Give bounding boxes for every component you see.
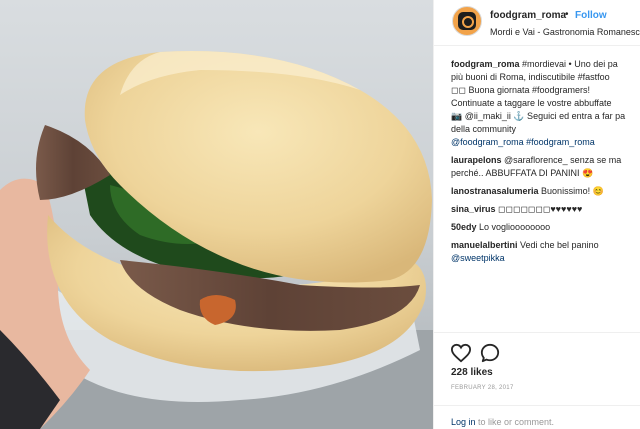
post-actions: 228 likes FEBRUARY 28, 2017 Log in to li…: [434, 332, 640, 429]
comment-mention[interactable]: @sweetpikka: [451, 252, 640, 265]
post-date: FEBRUARY 28, 2017: [451, 385, 514, 391]
instagram-camera-icon: [458, 12, 476, 30]
caption-text: 📷 @ii_maki_ii ⚓ Seguici ed entra a far p…: [451, 111, 626, 121]
comment-bubble-icon[interactable]: [480, 343, 500, 363]
comment-item: manuelalbertini Vedi che bel panino @swe…: [451, 239, 640, 265]
comment-text: perché.. ABBUFFATA DI PANINI 😍: [451, 168, 594, 178]
comment-item: sina_virus ◻◻◻◻◻◻◻♥♥♥♥♥♥: [451, 203, 640, 216]
comment-username[interactable]: lanostranasalumeria: [451, 186, 539, 196]
comment-username[interactable]: 50edy: [451, 222, 477, 232]
comment-text: ◻◻◻◻◻◻◻♥♥♥♥♥♥: [495, 204, 583, 214]
caption-text: della community: [451, 124, 517, 134]
caption-text: #mordievai • Uno dei pa: [519, 59, 618, 69]
comment-text: Buonissimo! 😊: [538, 186, 604, 196]
comment-username[interactable]: manuelalbertini: [451, 240, 518, 250]
username-link[interactable]: foodgram_roma: [490, 10, 566, 21]
login-prompt: to like or comment.: [475, 417, 555, 427]
comment-item: lanostranasalumeria Buonissimo! 😊: [451, 185, 640, 198]
comments-list: foodgram_roma #mordievai • Uno dei pa pi…: [451, 58, 640, 265]
separator-dot: •: [565, 9, 569, 20]
post-sidebar: foodgram_roma • Follow Mordi e Vai - Gas…: [433, 0, 640, 429]
caption: foodgram_roma #mordievai • Uno dei pa pi…: [451, 58, 640, 149]
comment-text: @saraflorence_ senza se ma: [501, 155, 622, 165]
comment-item: 50edy Lo voglioooooooo: [451, 221, 640, 234]
location-link[interactable]: Mordi e Vai - Gastronomia Romanesca: [490, 27, 640, 37]
caption-hashtags[interactable]: @foodgram_roma #foodgram_roma: [451, 136, 640, 149]
comment-text: Vedi che bel panino: [517, 240, 599, 250]
heart-icon[interactable]: [450, 343, 472, 363]
comment-text: Lo voglioooooooo: [476, 222, 551, 232]
post-header: foodgram_roma • Follow Mordi e Vai - Gas…: [434, 0, 640, 46]
post-photo: [0, 0, 433, 429]
login-link[interactable]: Log in: [451, 417, 476, 427]
likes-count[interactable]: 228 likes: [451, 367, 493, 378]
login-bar: Log in to like or comment.: [434, 405, 640, 429]
caption-text: ◻◻ Buona giornata #foodgramers!: [451, 85, 591, 95]
caption-text: più buoni di Roma, indiscutibile #fastfo…: [451, 72, 610, 82]
sandwich-image: [0, 51, 433, 429]
comment-username[interactable]: sina_virus: [451, 204, 496, 214]
avatar[interactable]: [452, 6, 482, 36]
caption-text: Continuate a taggare le vostre abbuffate: [451, 98, 612, 108]
caption-username[interactable]: foodgram_roma: [451, 59, 520, 69]
comment-username[interactable]: laurapelons: [451, 155, 502, 165]
comment-item: laurapelons @saraflorence_ senza se ma p…: [451, 154, 640, 180]
follow-button[interactable]: Follow: [575, 10, 607, 21]
